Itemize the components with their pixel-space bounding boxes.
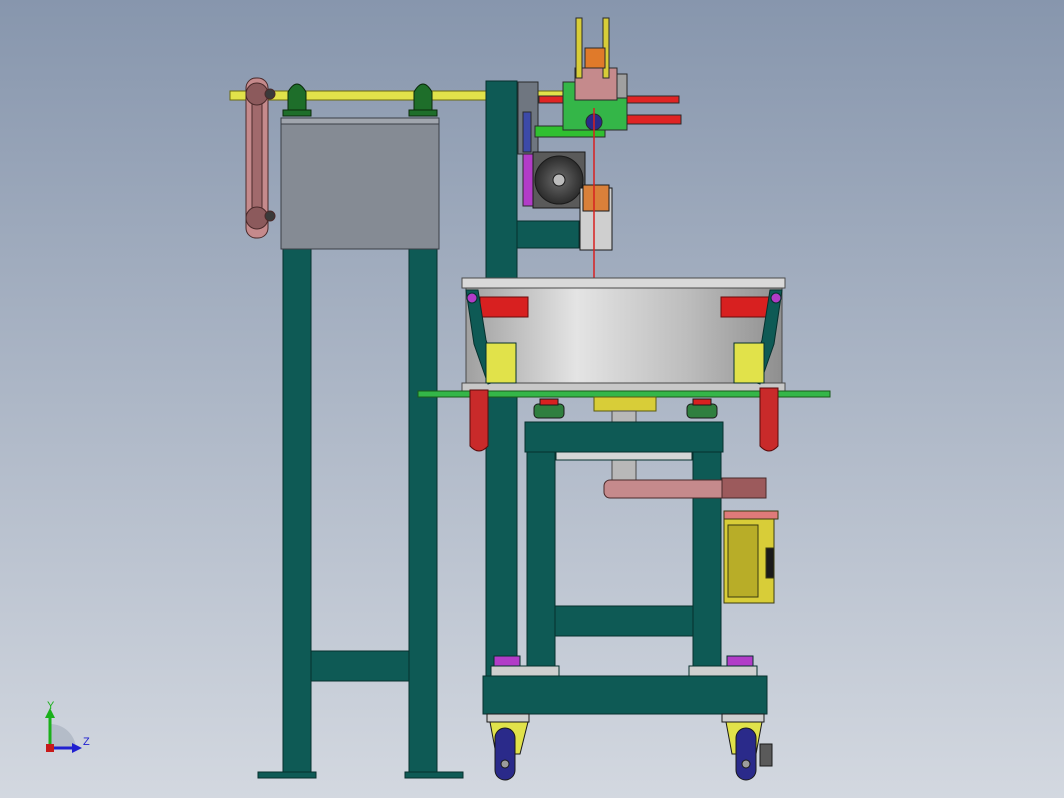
triad-origin	[46, 744, 54, 752]
cad-viewport[interactable]: Y Z	[0, 0, 1064, 798]
gear-motor	[723, 510, 779, 604]
lower-belt-drive	[603, 477, 767, 499]
left-foot-a	[257, 771, 317, 779]
machine-assembly-drawing: Y Z	[0, 0, 1064, 798]
left-crossbar	[310, 650, 410, 682]
housing-top-plate	[280, 117, 440, 125]
drum-marker-left	[479, 296, 529, 318]
left-foot-b	[404, 771, 464, 779]
drum-marker-right	[720, 296, 770, 318]
y-axis-label: Y	[47, 700, 55, 712]
clamp-handle-right	[759, 387, 779, 452]
left-post-a	[282, 243, 312, 777]
z-axis-label: Z	[83, 736, 90, 748]
clamp-handle-left	[469, 389, 489, 452]
left-post-b	[408, 243, 438, 777]
center-hub	[593, 396, 657, 412]
gearbox-housing	[280, 121, 440, 250]
